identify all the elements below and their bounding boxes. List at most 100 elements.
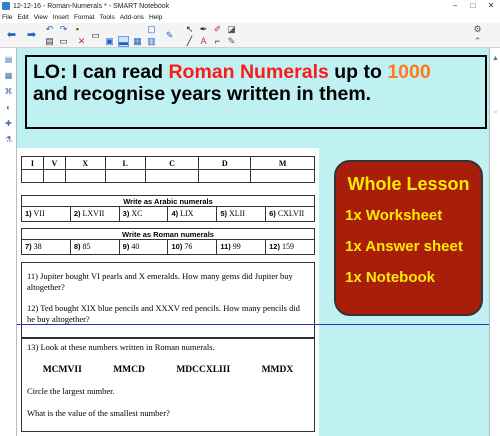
properties-tab-icon[interactable]: ◐ [3, 102, 14, 113]
menu-insert[interactable]: Insert [53, 14, 69, 21]
page-icon[interactable]: ▤ [44, 36, 55, 47]
roman-item: 11) 99 [217, 240, 267, 254]
lab-icon[interactable]: ⚗ [3, 134, 14, 145]
close-button[interactable]: ✕ [482, 0, 500, 12]
arabic-task: Write as Arabic numerals 1) VII 2) LXVII… [21, 195, 315, 222]
word-problems: 11) Jupiter bought VI pearls and X emera… [21, 262, 315, 338]
question-12: 12) Ted bought XIX blue pencils and XXXV… [27, 303, 300, 324]
roman-item: 10) 76 [168, 240, 218, 254]
screen-shade-icon[interactable]: ▬ [118, 36, 129, 47]
q13-numeral: MCMVII [42, 365, 82, 375]
lesson-item: 1x Worksheet [345, 207, 443, 224]
roman-item: 8) 85 [71, 240, 120, 254]
roman-heading: Write as Roman numerals [22, 229, 314, 240]
lo-highlight-roman: Roman Numerals [168, 61, 329, 83]
lo-highlight-number: 1000 [387, 61, 431, 83]
display-icon[interactable]: ▭ [90, 30, 101, 41]
arabic-item: 1) VII [22, 207, 71, 221]
question-13: 13) Look at these numbers written in Rom… [27, 342, 215, 352]
arabic-item: 2) LXVII [71, 207, 120, 221]
right-scrollbar[interactable]: ▲ ▫ [489, 48, 500, 436]
minimize-button[interactable]: – [446, 0, 464, 12]
key-numeral: M [250, 156, 315, 170]
key-numeral: D [198, 156, 252, 170]
eraser-icon[interactable]: ◪ [226, 24, 237, 35]
smart-notebook-icon [2, 2, 10, 10]
key-numeral: I [21, 156, 44, 170]
menu-add-ons[interactable]: Add-ons [120, 14, 144, 21]
gallery-icon[interactable]: ▦ [3, 70, 14, 81]
lo-middle: up to [328, 61, 388, 83]
menu-tools[interactable]: Tools [100, 14, 115, 21]
menu-format[interactable]: Format [74, 14, 95, 21]
fill-icon[interactable]: ⌐ [212, 36, 223, 47]
numeral-key-table: I V X L C D M [21, 156, 315, 183]
q13-numeral: MMDX [261, 365, 294, 375]
menu-bar: File Edit View Insert Format Tools Add-o… [0, 12, 500, 23]
line-icon[interactable]: ╱ [184, 36, 195, 47]
title-bar: 12-12-16 - Roman-Numerals * - SMART Note… [0, 0, 500, 12]
delete-icon[interactable]: ✕ [76, 36, 87, 47]
worksheet-image[interactable]: I V X L C D M Write as Arabic numerals 1… [17, 148, 319, 436]
fullscreen-icon[interactable]: ▫ [491, 108, 500, 117]
arrow-left-icon[interactable]: ⬅ [6, 30, 17, 41]
maximize-button[interactable]: □ [464, 0, 482, 12]
q13-numeral: MMCD [113, 365, 145, 375]
pen-icon[interactable]: ✒ [198, 24, 209, 35]
learning-objective[interactable]: LO: I can read Roman Numerals up to 1000… [25, 55, 487, 129]
roman-task: Write as Roman numerals 7) 38 8) 85 9) 4… [21, 228, 315, 255]
window-title: 12-12-16 - Roman-Numerals * - SMART Note… [13, 2, 170, 10]
question-13-box: 13) Look at these numbers written in Rom… [21, 338, 315, 432]
document-camera-icon[interactable]: ▢ [146, 24, 157, 35]
q13-instruction-b: What is the value of the smallest number… [27, 408, 170, 418]
attachments-icon[interactable]: ⌘ [3, 86, 14, 97]
arabic-item: 5) XLII [217, 207, 267, 221]
arabic-item: 3) XC [120, 207, 169, 221]
pen-tray-icon[interactable]: ✎ [164, 30, 175, 41]
creative-pen-icon[interactable]: ✐ [212, 24, 223, 35]
menu-file[interactable]: File [2, 14, 12, 21]
key-numeral: X [64, 156, 106, 170]
lesson-item: 1x Notebook [345, 269, 436, 286]
collapse-toolbar-icon[interactable]: ⌃ [472, 36, 483, 47]
undo-icon[interactable]: ↶ [44, 24, 55, 35]
arabic-item: 4) LIX [168, 207, 218, 221]
magic-pen-icon[interactable]: ✎ [226, 36, 237, 47]
notebook-page[interactable]: LO: I can read Roman Numerals up to 1000… [17, 48, 489, 436]
roman-item: 9) 40 [120, 240, 169, 254]
key-numeral: L [104, 156, 146, 170]
menu-edit[interactable]: Edit [17, 14, 28, 21]
question-11: 11) Jupiter bought VI pearls and X emera… [27, 271, 293, 292]
select-icon[interactable]: ↖ [184, 24, 195, 35]
roman-item: 7) 38 [22, 240, 71, 254]
roman-item: 12) 159 [269, 242, 294, 251]
properties-icon[interactable]: ▥ [146, 36, 157, 47]
menu-help[interactable]: Help [149, 14, 162, 21]
text-icon[interactable]: A [198, 36, 209, 47]
whole-lesson-badge[interactable]: Whole Lesson 1x Worksheet 1x Answer shee… [334, 160, 483, 316]
arabic-item: 6) CXLVII [269, 209, 305, 218]
menu-view[interactable]: View [34, 14, 48, 21]
lesson-item: 1x Answer sheet [345, 238, 463, 255]
q13-numeral: MDCCXLIII [176, 365, 231, 375]
table-icon[interactable]: ▦ [132, 36, 143, 47]
scroll-up-icon[interactable]: ▲ [491, 54, 500, 63]
q13-instruction-a: Circle the largest number. [27, 386, 115, 396]
add-ons-icon[interactable]: ✚ [3, 118, 14, 129]
save-icon[interactable]: ▪ [72, 24, 83, 35]
settings-gear-icon[interactable]: ⚙ [472, 24, 483, 35]
blue-guide-line[interactable] [17, 324, 489, 325]
lo-prefix: LO: I can read [33, 61, 169, 83]
lesson-title: Whole Lesson [347, 174, 470, 194]
page-sorter-icon[interactable]: ▤ [3, 54, 14, 65]
q13-numerals: MCMVII MMCD MDCCXLIII MMDX [27, 365, 309, 376]
key-numeral: C [144, 156, 200, 170]
capture-icon[interactable]: ▣ [104, 36, 115, 47]
arabic-heading: Write as Arabic numerals [22, 196, 314, 207]
arrow-right-icon[interactable]: ➡ [26, 30, 37, 41]
lo-line2: and recognise years written in them. [33, 83, 372, 105]
folder-icon[interactable]: ▭ [58, 36, 69, 47]
redo-icon[interactable]: ↷ [58, 24, 69, 35]
key-numeral: V [42, 156, 66, 170]
left-sidebar: ▤ ▦ ⌘ ◐ ✚ ⚗ [0, 48, 17, 436]
